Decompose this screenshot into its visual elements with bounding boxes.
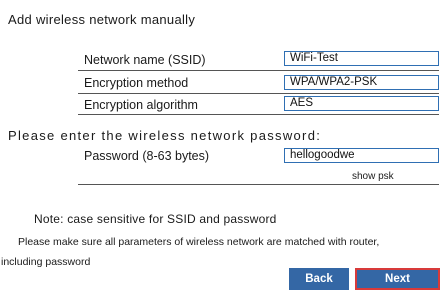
next-button[interactable]: Next <box>355 268 440 290</box>
divider <box>78 114 439 115</box>
encryption-method-field[interactable] <box>284 75 439 90</box>
password-label: Password (8-63 bytes) <box>84 149 210 163</box>
password-prompt: Please enter the wireless network passwo… <box>8 128 322 143</box>
divider <box>78 93 439 94</box>
page-title: Add wireless network manually <box>8 12 196 27</box>
password-input[interactable] <box>284 148 439 163</box>
encryption-algorithm-field[interactable] <box>284 96 439 111</box>
divider <box>78 70 439 71</box>
divider <box>78 184 439 185</box>
note-text: Note: case sensitive for SSID and passwo… <box>34 212 277 226</box>
instruction-text-continued: including password <box>1 256 91 268</box>
instruction-text: Please make sure all parameters of wirel… <box>18 236 380 248</box>
ssid-input[interactable] <box>284 51 439 66</box>
back-button[interactable]: Back <box>289 268 349 290</box>
show-psk-toggle[interactable]: show psk <box>352 171 394 182</box>
ssid-label: Network name (SSID) <box>84 53 206 67</box>
encryption-algorithm-label: Encryption algorithm <box>84 98 198 112</box>
encryption-method-label: Encryption method <box>84 76 189 90</box>
